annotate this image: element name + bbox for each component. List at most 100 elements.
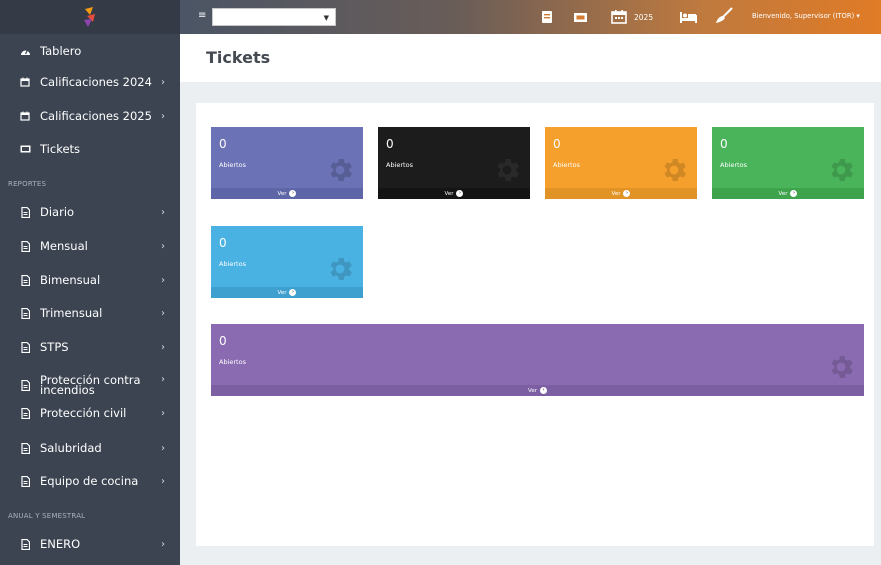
sidebar-item-label: Calificaciones 2024 (40, 75, 152, 89)
ver-label: Ver (778, 190, 788, 197)
location-select[interactable]: ▼ (212, 8, 336, 26)
calendar-icon (19, 111, 31, 121)
ticket-status-label: Abiertos (219, 260, 246, 268)
ticket-card-2: 0 Abiertos Ver › (378, 127, 530, 199)
sidebar-item-label: Protección civil (40, 406, 127, 420)
ticket-count: 0 (720, 137, 728, 151)
calendar-icon[interactable] (611, 9, 627, 28)
ver-link[interactable]: Ver › (712, 188, 864, 199)
chevron-right-icon: › (161, 206, 165, 218)
sidebar-item-calificaciones-2024[interactable]: Calificaciones 2024 › (0, 71, 180, 93)
gear-icon (664, 159, 686, 181)
ver-link[interactable]: Ver › (378, 188, 530, 199)
document-icon (19, 206, 31, 218)
sidebar-item-tablero[interactable]: Tablero (0, 40, 180, 62)
document-icon (19, 538, 31, 550)
sidebar-item-label: Calificaciones 2025 (40, 109, 152, 123)
sidebar-item-label: STPS (40, 340, 69, 354)
logo-icon (84, 7, 95, 27)
ticket-card-3: 0 Abiertos Ver › (545, 127, 697, 199)
ticket-card-5: 0 Abiertos Ver › (211, 226, 363, 298)
ticket-count: 0 (219, 334, 227, 348)
ver-link[interactable]: Ver › (545, 188, 697, 199)
chevron-right-icon: › (161, 341, 165, 353)
sidebar-item-proteccion-civil[interactable]: Protección civil › (0, 402, 180, 424)
user-menu[interactable]: Bienvenido, Supervisor (ITOR) ▾ (752, 12, 860, 20)
ver-label: Ver (611, 190, 621, 197)
sidebar: Tablero Calificaciones 2024 › Calificaci… (0, 0, 180, 565)
chevron-right-icon: › (161, 538, 165, 550)
document-icon (19, 341, 31, 353)
broom-icon[interactable] (714, 7, 734, 29)
chevron-right-icon: › (161, 475, 165, 487)
sidebar-item-equipo-de-cocina[interactable]: Equipo de cocina › (0, 470, 180, 492)
sidebar-item-trimensual[interactable]: Trimensual › (0, 302, 180, 324)
gear-icon (497, 159, 519, 181)
sidebar-item-calificaciones-2025[interactable]: Calificaciones 2025 › (0, 105, 180, 127)
sidebar-item-label: Bimensual (40, 273, 101, 287)
ver-label: Ver (444, 190, 454, 197)
document-icon (19, 274, 31, 286)
ver-label: Ver (277, 289, 287, 296)
ticket-card-6: 0 Abiertos Ver › (211, 324, 864, 396)
ticket-count: 0 (219, 236, 227, 250)
hamburger-menu-icon[interactable]: ≡ (198, 10, 206, 21)
ticket-status-label: Abiertos (219, 358, 246, 366)
chevron-right-icon: › (161, 274, 165, 286)
sidebar-item-mensual[interactable]: Mensual › (0, 235, 180, 257)
document-icon (19, 379, 31, 391)
page-title: Tickets (206, 48, 271, 67)
gear-icon (831, 356, 853, 378)
ver-label: Ver (277, 190, 287, 197)
ticket-status-label: Abiertos (219, 161, 246, 169)
document-icon (19, 307, 31, 319)
sidebar-item-label: Tickets (40, 142, 81, 156)
sidebar-item-label: Equipo de cocina (40, 474, 139, 488)
ticket-count: 0 (553, 137, 561, 151)
sidebar-item-label: Diario (40, 205, 75, 219)
ticket-card-1: 0 Abiertos Ver › (211, 127, 363, 199)
ticket-status-label: Abiertos (553, 161, 580, 169)
chevron-right-icon: › (161, 407, 165, 419)
sidebar-item-stps[interactable]: STPS › (0, 336, 180, 358)
calendar-icon (19, 77, 31, 87)
ticket-count: 0 (386, 137, 394, 151)
section-reportes: REPORTES (8, 180, 47, 188)
ver-link[interactable]: Ver › (211, 287, 363, 298)
arrow-circle-right-icon: › (289, 289, 297, 296)
app-logo[interactable] (0, 0, 180, 34)
sidebar-item-label: ENERO (40, 537, 81, 551)
ticket-card-4: 0 Abiertos Ver › (712, 127, 864, 199)
sidebar-item-label: Trimensual (40, 306, 103, 320)
arrow-circle-right-icon: › (539, 387, 547, 394)
sidebar-item-proteccion-contra-incendios[interactable]: Protección contra incendios › (0, 372, 180, 398)
document-icon (19, 442, 31, 454)
sidebar-item-label: Protección contra incendios (40, 373, 141, 397)
page-header (180, 34, 881, 82)
bed-icon[interactable] (679, 9, 698, 28)
document-icon (19, 407, 31, 419)
year-label[interactable]: 2025 (634, 13, 653, 22)
sidebar-item-bimensual[interactable]: Bimensual › (0, 269, 180, 291)
dashboard-icon (19, 46, 31, 56)
arrow-circle-right-icon: › (456, 190, 464, 197)
gear-icon (831, 159, 853, 181)
sidebar-item-diario[interactable]: Diario › (0, 201, 180, 223)
arrow-circle-right-icon: › (289, 190, 297, 197)
ticket-status-label: Abiertos (720, 161, 747, 169)
document-icon (19, 240, 31, 252)
ver-link[interactable]: Ver › (211, 188, 363, 199)
sidebar-item-tickets[interactable]: Tickets (0, 138, 180, 160)
chevron-right-icon: › (161, 442, 165, 454)
sidebar-item-salubridad[interactable]: Salubridad › (0, 437, 180, 459)
book-icon[interactable] (541, 9, 553, 28)
ver-label: Ver (528, 387, 537, 394)
chevron-right-icon: › (161, 240, 165, 252)
arrow-circle-right-icon: › (790, 190, 798, 197)
ver-link[interactable]: Ver › (211, 385, 864, 396)
dropdown-caret-icon: ▼ (323, 14, 329, 22)
sidebar-item-label: Tablero (40, 44, 82, 58)
ticket-icon[interactable] (573, 9, 588, 28)
sidebar-item-enero[interactable]: ENERO › (0, 533, 180, 555)
arrow-circle-right-icon: › (623, 190, 631, 197)
